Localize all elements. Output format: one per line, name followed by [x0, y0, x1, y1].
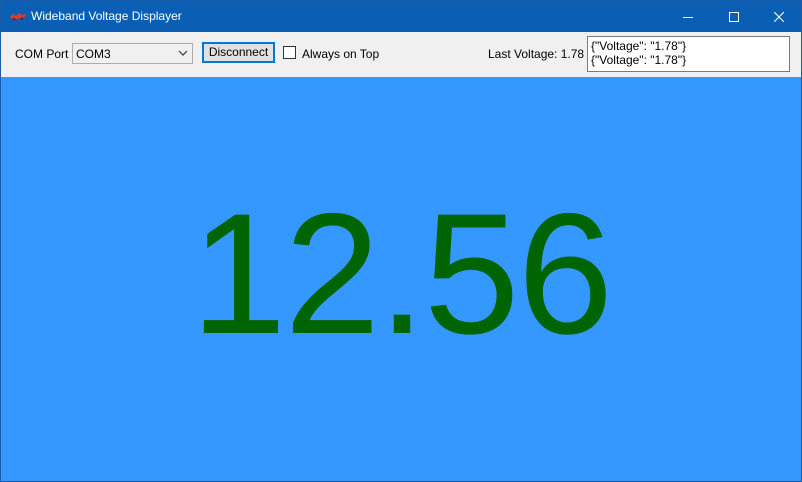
minimize-icon	[683, 16, 693, 18]
last-voltage-label: Last Voltage: 1.78	[488, 47, 585, 61]
serial-log-textbox[interactable]: {"Voltage": "1.78"} {"Voltage": "1.78"}	[587, 36, 790, 72]
always-on-top-label[interactable]: Always on Top	[302, 47, 379, 61]
voltage-display-panel: 12.56	[1, 77, 801, 481]
maximize-icon	[729, 11, 739, 22]
log-line: {"Voltage": "1.78"}	[591, 53, 687, 67]
minimize-button[interactable]	[665, 1, 711, 32]
connection-toolbar: COM Port COM3 Disconnect Always on Top L…	[1, 32, 801, 77]
chevron-down-icon	[178, 50, 188, 56]
voltage-value: 12.56	[190, 178, 613, 370]
com-port-label: COM Port	[15, 47, 69, 61]
title-bar[interactable]: Wideband Voltage Displayer	[1, 1, 801, 32]
disconnect-button[interactable]: Disconnect	[202, 42, 275, 63]
window-title: Wideband Voltage Displayer	[31, 9, 182, 23]
always-on-top-checkbox[interactable]	[283, 46, 296, 59]
maximize-button[interactable]	[711, 1, 757, 32]
wideband-app-icon	[10, 13, 26, 21]
close-icon	[774, 11, 784, 22]
com-port-selected-value: COM3	[76, 47, 111, 61]
close-button[interactable]	[756, 1, 802, 32]
app-window: Wideband Voltage Displayer COM Port COM3	[0, 0, 802, 482]
log-line: {"Voltage": "1.78"}	[591, 39, 687, 53]
com-port-dropdown[interactable]: COM3	[72, 43, 193, 64]
